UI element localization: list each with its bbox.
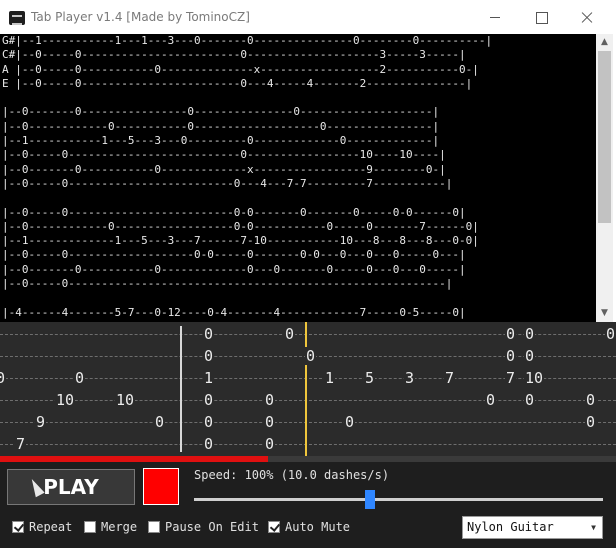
note: 5	[364, 369, 376, 387]
speed-slider[interactable]	[194, 498, 603, 501]
bar-line	[180, 326, 182, 452]
note: 9	[35, 413, 47, 431]
note: 1	[324, 369, 336, 387]
note: 10	[115, 391, 136, 409]
note: 0	[74, 369, 86, 387]
tab-text[interactable]: G#|--1-----------1---1---3---0-------0--…	[2, 34, 519, 322]
maximize-button[interactable]	[518, 0, 564, 34]
repeat-checkbox-box[interactable]	[12, 521, 24, 533]
close-button[interactable]	[564, 0, 610, 34]
scroll-up-arrow-icon[interactable]: ▲	[596, 34, 613, 51]
note: 0	[505, 325, 517, 343]
app-icon	[9, 11, 25, 25]
note: 7	[15, 435, 27, 453]
note: 7	[444, 369, 456, 387]
note: 0	[524, 391, 536, 409]
merge-checkbox-box[interactable]	[84, 521, 96, 533]
progress-fill	[0, 456, 268, 462]
chevron-down-icon[interactable]: ▼	[585, 517, 602, 538]
note: 0	[505, 347, 517, 365]
title-bar: Tab Player v1.4 [Made by TominoCZ]	[0, 0, 616, 34]
note: 0	[154, 413, 166, 431]
note: 3	[404, 369, 416, 387]
instrument-value: Nylon Guitar	[467, 520, 554, 534]
note: 0	[203, 347, 215, 365]
note: 0	[344, 413, 356, 431]
note: 0	[203, 325, 215, 343]
note: 1	[203, 369, 215, 387]
note: 0	[264, 413, 276, 431]
note: 10	[55, 391, 76, 409]
note: 0	[203, 435, 215, 453]
note: 0	[524, 325, 536, 343]
player-panel: 0 0 0 0 0 0 0 0 0 0 0 1 1 5 3 7 7 10 10 …	[0, 322, 616, 548]
instrument-select[interactable]: Nylon Guitar ▼	[462, 516, 603, 539]
note: 0	[0, 369, 7, 387]
speed-label: Speed: 100% (10.0 dashes/s)	[194, 468, 390, 482]
string-line	[0, 444, 616, 445]
auto-mute-label: Auto Mute	[285, 520, 351, 534]
playback-progress-bar[interactable]	[0, 456, 616, 462]
vertical-scrollbar[interactable]: ▲ ▼	[596, 34, 613, 322]
repeat-label: Repeat	[29, 520, 73, 534]
note: 0	[264, 391, 276, 409]
pause-on-edit-checkbox-box[interactable]	[148, 521, 160, 533]
note: 0	[284, 325, 296, 343]
note: 0	[203, 413, 215, 431]
mouse-pointer-icon	[27, 476, 45, 498]
scrollbar-thumb[interactable]	[598, 51, 611, 223]
note: 7	[505, 369, 517, 387]
play-button-label: PLAY	[43, 475, 99, 499]
minimize-button[interactable]	[472, 0, 518, 34]
color-picker-button[interactable]	[143, 468, 179, 505]
auto-mute-checkbox-box[interactable]	[268, 521, 280, 533]
note: 0	[585, 391, 597, 409]
scroll-down-arrow-icon[interactable]: ▼	[596, 305, 613, 322]
merge-label: Merge	[101, 520, 138, 534]
window-title: Tab Player v1.4 [Made by TominoCZ]	[31, 10, 250, 24]
note: 0	[485, 391, 497, 409]
pause-on-edit-label: Pause On Edit	[165, 520, 259, 534]
speed-slider-thumb[interactable]	[364, 490, 375, 509]
note: 10	[524, 369, 545, 387]
note: 0	[264, 435, 276, 453]
tab-staff-view: 0 0 0 0 0 0 0 0 0 0 0 1 1 5 3 7 7 10 10 …	[0, 322, 616, 456]
note: 0	[605, 325, 616, 343]
note: 0	[305, 347, 317, 365]
note: 0	[524, 347, 536, 365]
tab-editor[interactable]: G#|--1-----------1---1---3---0-------0--…	[0, 34, 596, 322]
note: 0	[585, 413, 597, 431]
play-button[interactable]: PLAY	[7, 469, 135, 505]
note: 0	[203, 391, 215, 409]
string-line	[0, 422, 616, 423]
playhead-cursor	[305, 322, 307, 456]
